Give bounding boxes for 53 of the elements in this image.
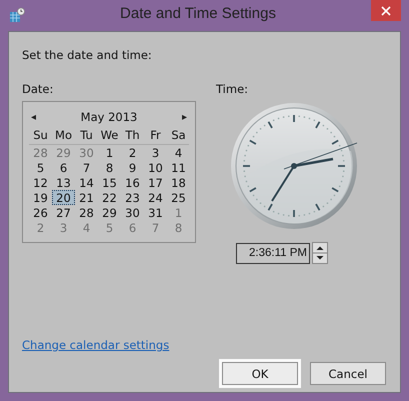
calendar-day[interactable]: 10	[144, 160, 167, 175]
weekday-label: Fr	[149, 127, 162, 144]
calendar-day[interactable]: 18	[167, 175, 190, 190]
calendar-day[interactable]: 26	[29, 205, 52, 220]
calendar-day[interactable]: 16	[121, 175, 144, 190]
calendar-day[interactable]: 11	[167, 160, 190, 175]
weekday-label: We	[100, 127, 120, 144]
calendar-day[interactable]: 9	[121, 160, 144, 175]
calendar-day[interactable]: 22	[98, 190, 121, 205]
calendar-day[interactable]: 24	[144, 190, 167, 205]
instruction-text: Set the date and time:	[22, 47, 153, 63]
calendar-clock-icon	[10, 8, 25, 22]
calendar-day[interactable]: 2	[121, 145, 144, 160]
previous-month-button[interactable]: ◂	[29, 111, 38, 123]
calendar-day[interactable]: 28	[75, 205, 98, 220]
spin-control[interactable]	[312, 242, 328, 264]
calendar-day[interactable]: 5	[29, 160, 52, 175]
month-title: May 2013	[80, 110, 138, 124]
window-title: Date and Time Settings	[119, 5, 277, 22]
calendar-day[interactable]: 1	[98, 145, 121, 160]
calendar[interactable]: ◂ May 2013 ▸ Su Mo Tu We Th Fr Sa 28 29 30 1 2 3 4 5 6 7 8 9 10 11 12 13 14 15 16 17 18 19 20 21 22 23 24 25 26 27 28 29 30 31 1 2 3 4 5 6 7 8	[22, 101, 196, 243]
calendar-day[interactable]: 3	[144, 145, 167, 160]
weekday-label: Th	[124, 127, 141, 144]
time-field[interactable]: 2:36:11 PM	[236, 242, 310, 264]
calendar-day[interactable]: 15	[98, 175, 121, 190]
next-month-button[interactable]: ▸	[180, 111, 189, 123]
calendar-day[interactable]: 8	[98, 160, 121, 175]
calendar-day[interactable]: 31	[144, 205, 167, 220]
calendar-day[interactable]: 17	[144, 175, 167, 190]
calendar-day[interactable]: 12	[29, 175, 52, 190]
calendar-day[interactable]: 30	[121, 205, 144, 220]
calendar-day[interactable]: 27	[52, 205, 75, 220]
field-label: Date:	[22, 82, 54, 97]
weekday-label: Tu	[79, 127, 94, 144]
calendar-day[interactable]: 23	[121, 190, 144, 205]
close-button[interactable]	[371, 0, 401, 21]
calendar-day[interactable]: 19	[29, 190, 52, 205]
dialog-button[interactable]: Cancel	[310, 362, 386, 385]
field-label: Time:	[216, 82, 250, 97]
calendar-day[interactable]: 25	[167, 190, 190, 205]
calendar-day[interactable]: 6	[52, 160, 75, 175]
calendar-day[interactable]: 29	[98, 205, 121, 220]
calendar-day[interactable]: 14	[75, 175, 98, 190]
calendar-day[interactable]: 20	[52, 190, 75, 205]
dialog-button[interactable]: OK	[222, 362, 298, 385]
weekday-label: Sa	[170, 127, 187, 144]
weekday-label: Mo	[54, 127, 73, 144]
calendar-day[interactable]: 13	[52, 175, 75, 190]
calendar-day[interactable]: 7	[75, 160, 98, 175]
weekday-label: Su	[32, 127, 49, 144]
calendar-day[interactable]: 21	[75, 190, 98, 205]
calendar-day[interactable]: 4	[167, 145, 190, 160]
close-icon	[381, 6, 391, 16]
